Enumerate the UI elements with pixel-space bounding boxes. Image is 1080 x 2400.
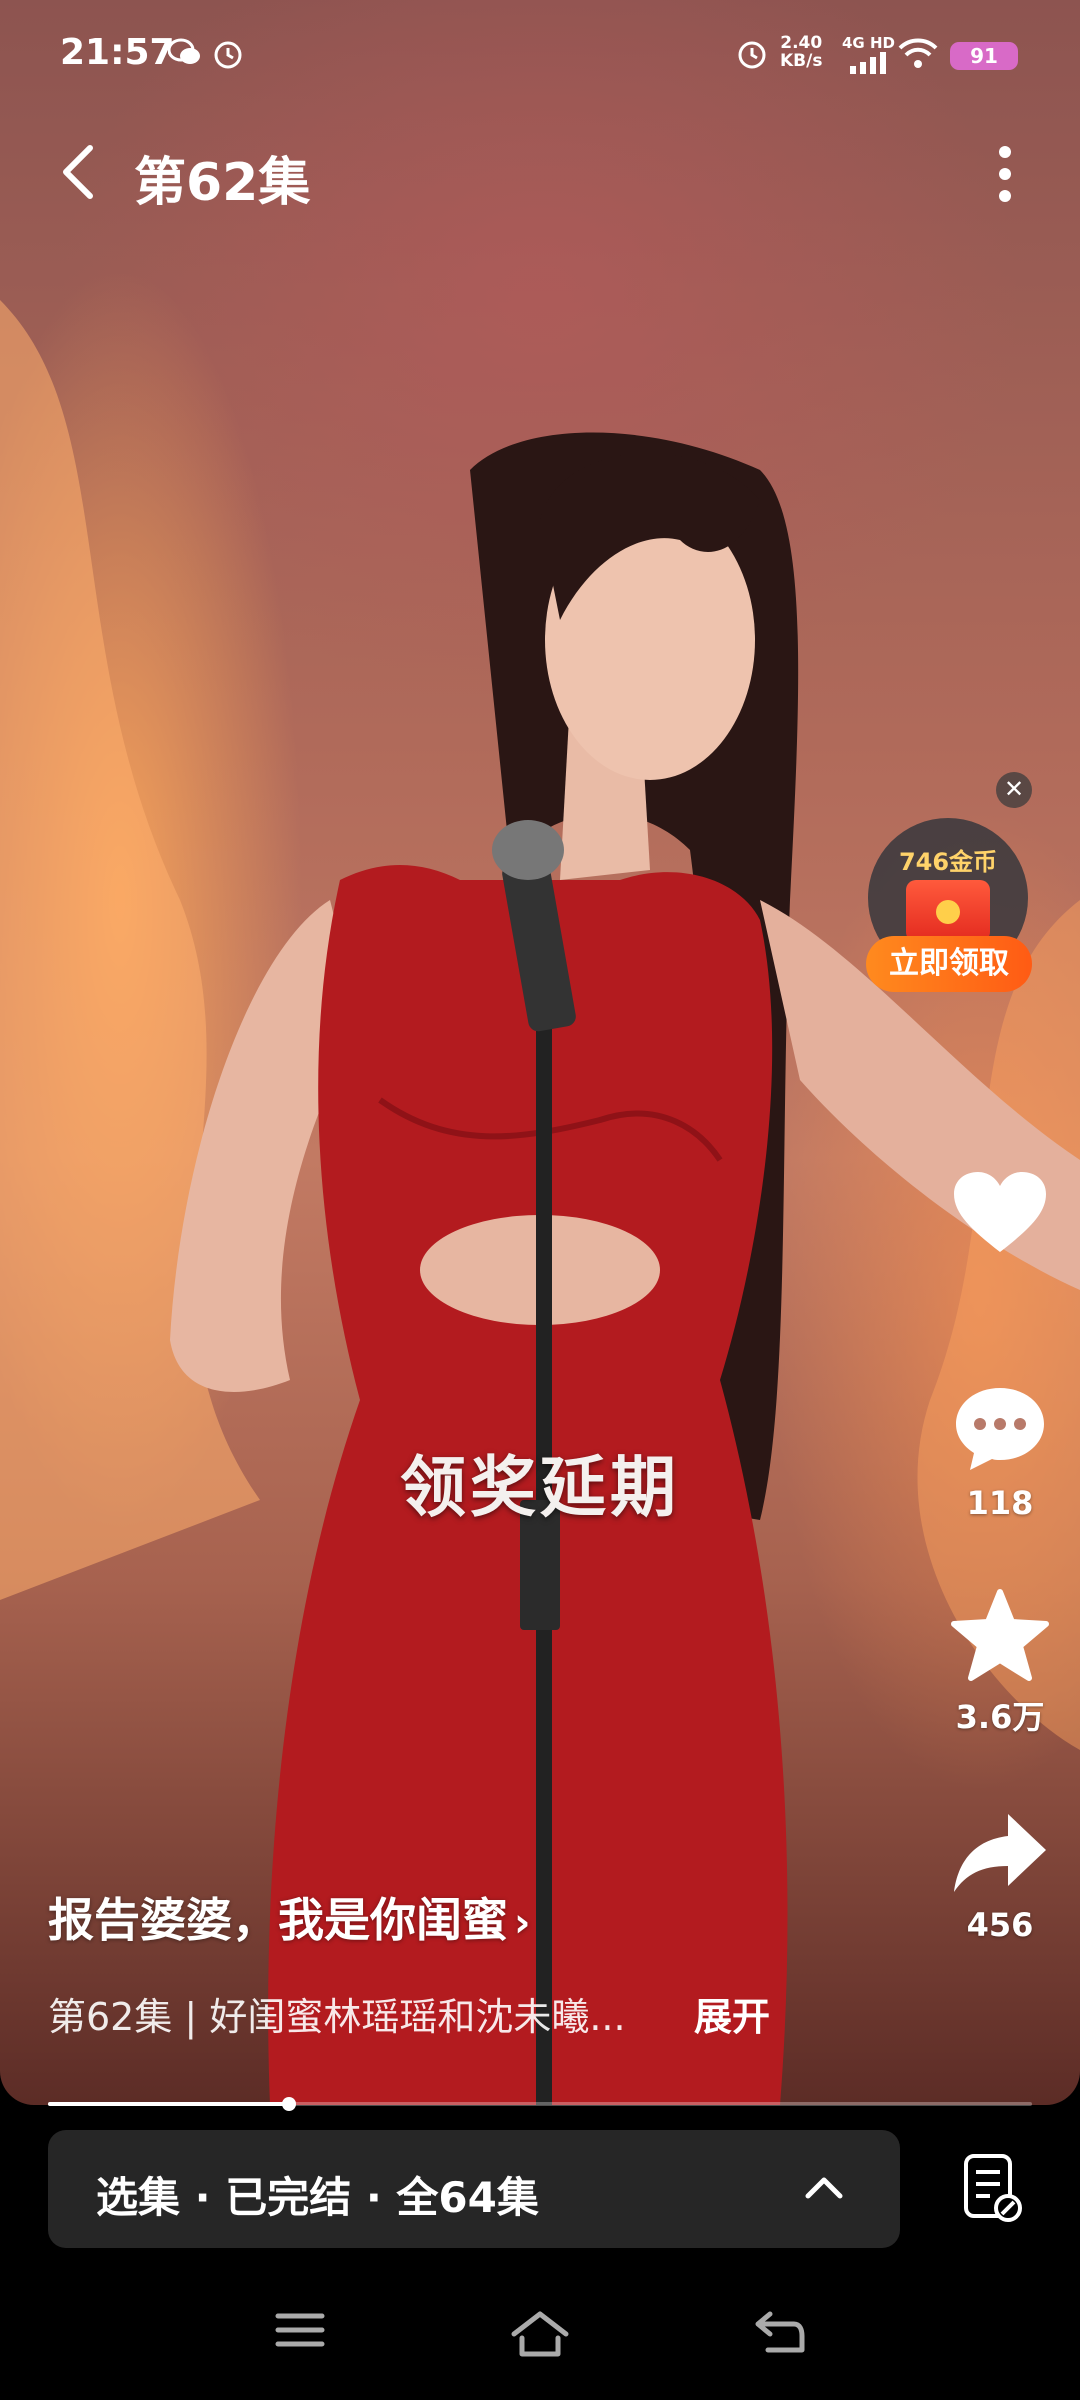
- comment-icon: [956, 1388, 1044, 1470]
- signal-icon: [850, 52, 886, 74]
- back-nav-icon[interactable]: [754, 2310, 806, 2354]
- reward-coins: 746金币: [898, 848, 998, 876]
- video-subtitle: 领奖延期: [400, 1449, 680, 1526]
- progress-handle[interactable]: [282, 2097, 297, 2111]
- more-options-icon[interactable]: [990, 142, 1020, 206]
- share-count: 456: [966, 1906, 1034, 1944]
- video-frame: [0, 300, 1080, 2105]
- alarm-icon: [738, 41, 766, 69]
- red-envelope-icon: [906, 880, 990, 942]
- back-button[interactable]: [54, 142, 104, 202]
- coin-reward-widget[interactable]: 746金币 立即领取: [866, 818, 1032, 992]
- like-button[interactable]: [940, 1170, 1060, 1256]
- share-button[interactable]: 456: [940, 1810, 1060, 1944]
- claim-reward-button[interactable]: 立即领取: [866, 936, 1032, 992]
- report-icon[interactable]: [960, 2152, 1024, 2226]
- drama-title: 报告婆婆，我是你闺蜜: [48, 1893, 508, 1947]
- status-bar: 21:57 2.40 KB/s 4G HD 91: [0, 0, 1080, 110]
- menu-icon[interactable]: [274, 2310, 326, 2350]
- episode-title: 第62集: [134, 153, 311, 213]
- video-player[interactable]: [0, 0, 1080, 2105]
- wifi-icon: [898, 38, 938, 68]
- chevron-right-icon: ›: [514, 1900, 531, 1946]
- video-progress-bar[interactable]: [48, 2097, 1032, 2111]
- comment-count: 118: [966, 1484, 1034, 1522]
- status-time: 21:57: [60, 32, 175, 73]
- episode-description: 第62集 | 好闺蜜林瑶瑶和沈未曦...: [48, 1995, 626, 2039]
- expand-button[interactable]: 展开: [694, 1986, 770, 2041]
- drama-title-link[interactable]: 报告婆婆，我是你闺蜜 ›: [48, 1884, 530, 1950]
- reward-close-button[interactable]: ✕: [996, 772, 1032, 808]
- net-speed-value: 2.40: [780, 33, 823, 53]
- favorite-button[interactable]: 3.6万: [940, 1588, 1060, 1738]
- home-icon[interactable]: [510, 2310, 570, 2358]
- star-icon: [951, 1589, 1049, 1681]
- wechat-icon: [168, 38, 200, 64]
- comment-button[interactable]: 118: [940, 1384, 1060, 1522]
- system-nav-bar: [0, 2270, 1080, 2400]
- heart-icon: [954, 1172, 1046, 1252]
- chevron-up-icon: [805, 2177, 843, 2199]
- alarm-icon: [214, 41, 242, 69]
- net-speed-unit: KB/s: [780, 51, 823, 71]
- battery-level: 91: [950, 42, 1018, 70]
- network-type: 4G HD: [842, 34, 895, 52]
- episode-selector-label: 选集 · 已完结 · 全64集: [96, 2173, 539, 2222]
- net-speed: 2.40 KB/s: [780, 34, 822, 70]
- share-icon: [954, 1814, 1046, 1892]
- favorite-count: 3.6万: [955, 1698, 1045, 1736]
- progress-fill: [48, 2102, 290, 2106]
- episode-selector[interactable]: 选集 · 已完结 · 全64集: [48, 2130, 900, 2248]
